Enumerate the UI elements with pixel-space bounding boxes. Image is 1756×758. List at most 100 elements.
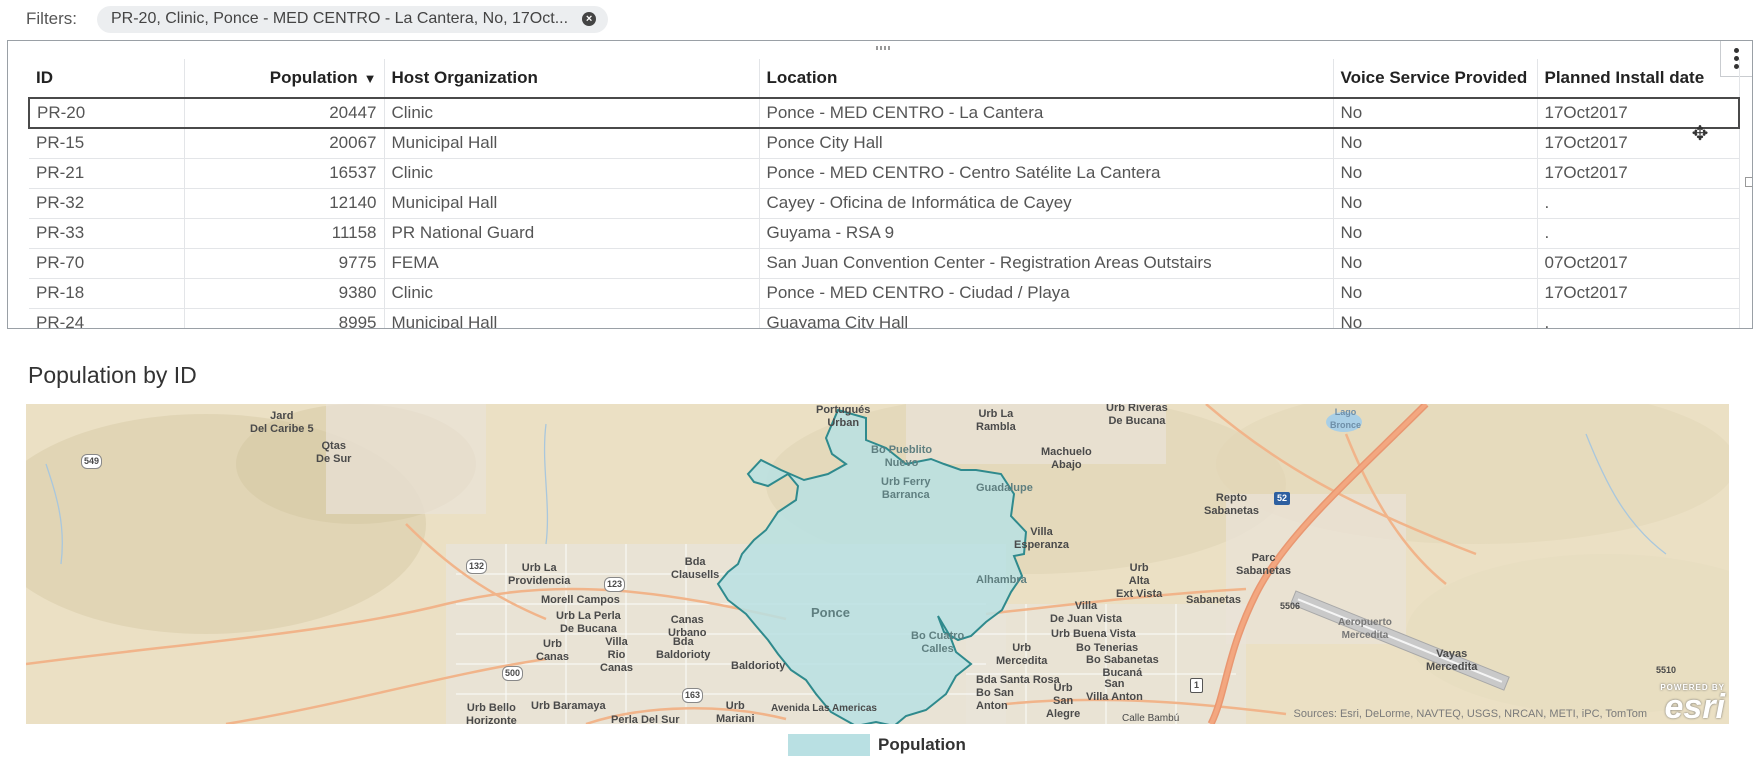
cell-id: PR-24 [29, 308, 185, 328]
map-label: Qtas De Sur [316, 440, 352, 465]
table-row[interactable]: PR-18 9380 Clinic Ponce - MED CENTRO - C… [29, 278, 1740, 309]
cell-host: PR National Guard [384, 218, 760, 249]
map-label: Baldorioty [731, 660, 786, 672]
cell-population: 11158 [184, 218, 385, 249]
route-marker: 500 [502, 666, 524, 681]
map-label: Avenida Las Americas [771, 703, 877, 714]
column-header-population[interactable]: Population ▼ [184, 59, 385, 98]
route-marker: 5506 [1280, 601, 1301, 611]
legend-label: Population [878, 735, 966, 754]
map-label: Urb Mercedita [996, 642, 1048, 667]
move-cursor-icon: ✥ [1691, 123, 1709, 145]
map-label: Urb Canas [536, 638, 570, 663]
cell-date: . [1537, 308, 1740, 328]
cell-voice: No [1333, 158, 1538, 189]
cell-host: Clinic [384, 97, 760, 129]
map-label: Morell Campos [541, 594, 620, 606]
map-label: Bo Sabanetas Bucaná [1086, 654, 1159, 679]
data-table-panel: ID Population ▼ Host Organization Locatio… [7, 40, 1753, 329]
map-label: San Villa Anton [1086, 678, 1143, 703]
close-icon[interactable]: × [582, 12, 597, 26]
column-header-voice-service[interactable]: Voice Service Provided [1333, 59, 1538, 98]
cell-id: PR-32 [29, 188, 185, 219]
cell-location: Guayama City Hall [759, 308, 1334, 328]
cell-population: 8995 [184, 308, 385, 328]
cell-voice: No [1333, 188, 1538, 219]
cell-id: PR-70 [29, 248, 185, 279]
cell-location: Ponce - MED CENTRO - Ciudad / Playa [759, 278, 1334, 309]
table-row[interactable]: PR-15 20067 Municipal Hall Ponce City Ha… [29, 128, 1740, 159]
cell-host: Municipal Hall [384, 188, 760, 219]
filters-bar: Filters: PR-20, Clinic, Ponce - MED CENT… [26, 5, 609, 33]
sort-descending-icon: ▼ [363, 71, 377, 86]
map-legend: Population [788, 734, 966, 756]
column-header-install-date[interactable]: Planned Install date [1537, 59, 1740, 98]
column-header-host-organization[interactable]: Host Organization [384, 59, 760, 98]
table-header-row: ID Population ▼ Host Organization Locatio… [29, 59, 1740, 98]
cell-location: Guyama - RSA 9 [759, 218, 1334, 249]
filter-chip-text: PR-20, Clinic, Ponce - MED CENTRO - La C… [111, 10, 569, 27]
route-marker: 1 [1190, 678, 1204, 693]
cell-host: Municipal Hall [384, 308, 760, 328]
cell-location: San Juan Convention Center - Registratio… [759, 248, 1334, 279]
cell-location: Ponce - MED CENTRO - Centro Satélite La … [759, 158, 1334, 189]
map-view[interactable]: Jard Del Caribe 5 Qtas De Sur Portugués … [26, 404, 1729, 724]
map-label: Lago Bronce [1330, 407, 1362, 430]
resize-grip-icon[interactable] [876, 46, 890, 50]
map-label: Urb Mariani [716, 700, 755, 724]
map-label: Villa Esperanza [1014, 526, 1070, 551]
map-label: Vayas Mercedita [1426, 648, 1478, 673]
cell-id: PR-20 [28, 97, 185, 129]
cell-voice: No [1333, 248, 1538, 279]
map-label: Urb San Alegre [1046, 682, 1081, 720]
map-label: Bo Pueblito Nuevo [871, 444, 933, 469]
map-label: Bo Cuatro Calles [911, 630, 965, 655]
cell-date: 17Oct2017 [1537, 158, 1740, 189]
cell-host: Clinic [384, 278, 760, 309]
column-header-location[interactable]: Location [759, 59, 1334, 98]
data-table: ID Population ▼ Host Organization Locatio… [28, 59, 1740, 328]
filter-chip[interactable]: PR-20, Clinic, Ponce - MED CENTRO - La C… [97, 5, 609, 33]
cell-host: FEMA [384, 248, 760, 279]
cell-population: 20447 [184, 97, 385, 129]
route-marker: 123 [604, 577, 626, 592]
map-label: Machuelo Abajo [1041, 446, 1092, 471]
legend-swatch [788, 734, 870, 756]
cell-date: . [1537, 218, 1740, 249]
cell-voice: No [1333, 218, 1538, 249]
cell-voice: No [1333, 97, 1538, 129]
map-label: Sabanetas [1186, 594, 1242, 606]
map-label: Calle Bambú [1122, 713, 1180, 724]
table-row[interactable]: PR-70 9775 FEMA San Juan Convention Cent… [29, 248, 1740, 279]
map-attribution: Sources: Esri, DeLorme, NAVTEQ, USGS, NR… [1293, 708, 1648, 720]
map-label: Jard Del Caribe 5 [250, 410, 314, 435]
table-row[interactable]: PR-20 20447 Clinic Ponce - MED CENTRO - … [28, 97, 1740, 129]
table-row[interactable]: PR-21 16537 Clinic Ponce - MED CENTRO - … [29, 158, 1740, 189]
map-label: Perla Del Sur [611, 714, 680, 724]
map-label: Urb La Perla De Bucana [556, 610, 621, 635]
map-label: Urb Alta Ext Vista [1116, 562, 1163, 600]
table-row[interactable]: PR-33 11158 PR National Guard Guyama - R… [29, 218, 1740, 249]
map-label: Urb Bello Horizonte [466, 702, 517, 724]
cell-population: 9380 [184, 278, 385, 309]
esri-logo: POWERED BY esri [1660, 683, 1725, 724]
cell-host: Municipal Hall [384, 128, 760, 159]
route-marker: 132 [466, 559, 488, 574]
table-row[interactable]: PR-32 12140 Municipal Hall Cayey - Ofici… [29, 188, 1740, 219]
cell-voice: No [1333, 278, 1538, 309]
column-header-id[interactable]: ID [29, 59, 185, 98]
map-label: Alhambra [976, 574, 1027, 586]
map-label: Urb La Rambla [976, 408, 1016, 433]
cell-date: 17Oct2017 [1537, 278, 1740, 309]
route-marker: 5510 [1656, 665, 1677, 675]
side-resize-handle[interactable] [1745, 177, 1752, 187]
map-label: Urb Baramaya [531, 700, 606, 712]
route-marker: 549 [81, 454, 103, 469]
table-row[interactable]: PR-24 8995 Municipal Hall Guayama City H… [29, 308, 1740, 328]
cell-population: 12140 [184, 188, 385, 219]
map-label: Portugués Urban [816, 404, 871, 429]
map-label: Guadalupe [976, 482, 1033, 494]
map-label: Ponce [811, 605, 851, 620]
map-label: Urb Ferry Barranca [881, 476, 931, 501]
cell-population: 20067 [184, 128, 385, 159]
